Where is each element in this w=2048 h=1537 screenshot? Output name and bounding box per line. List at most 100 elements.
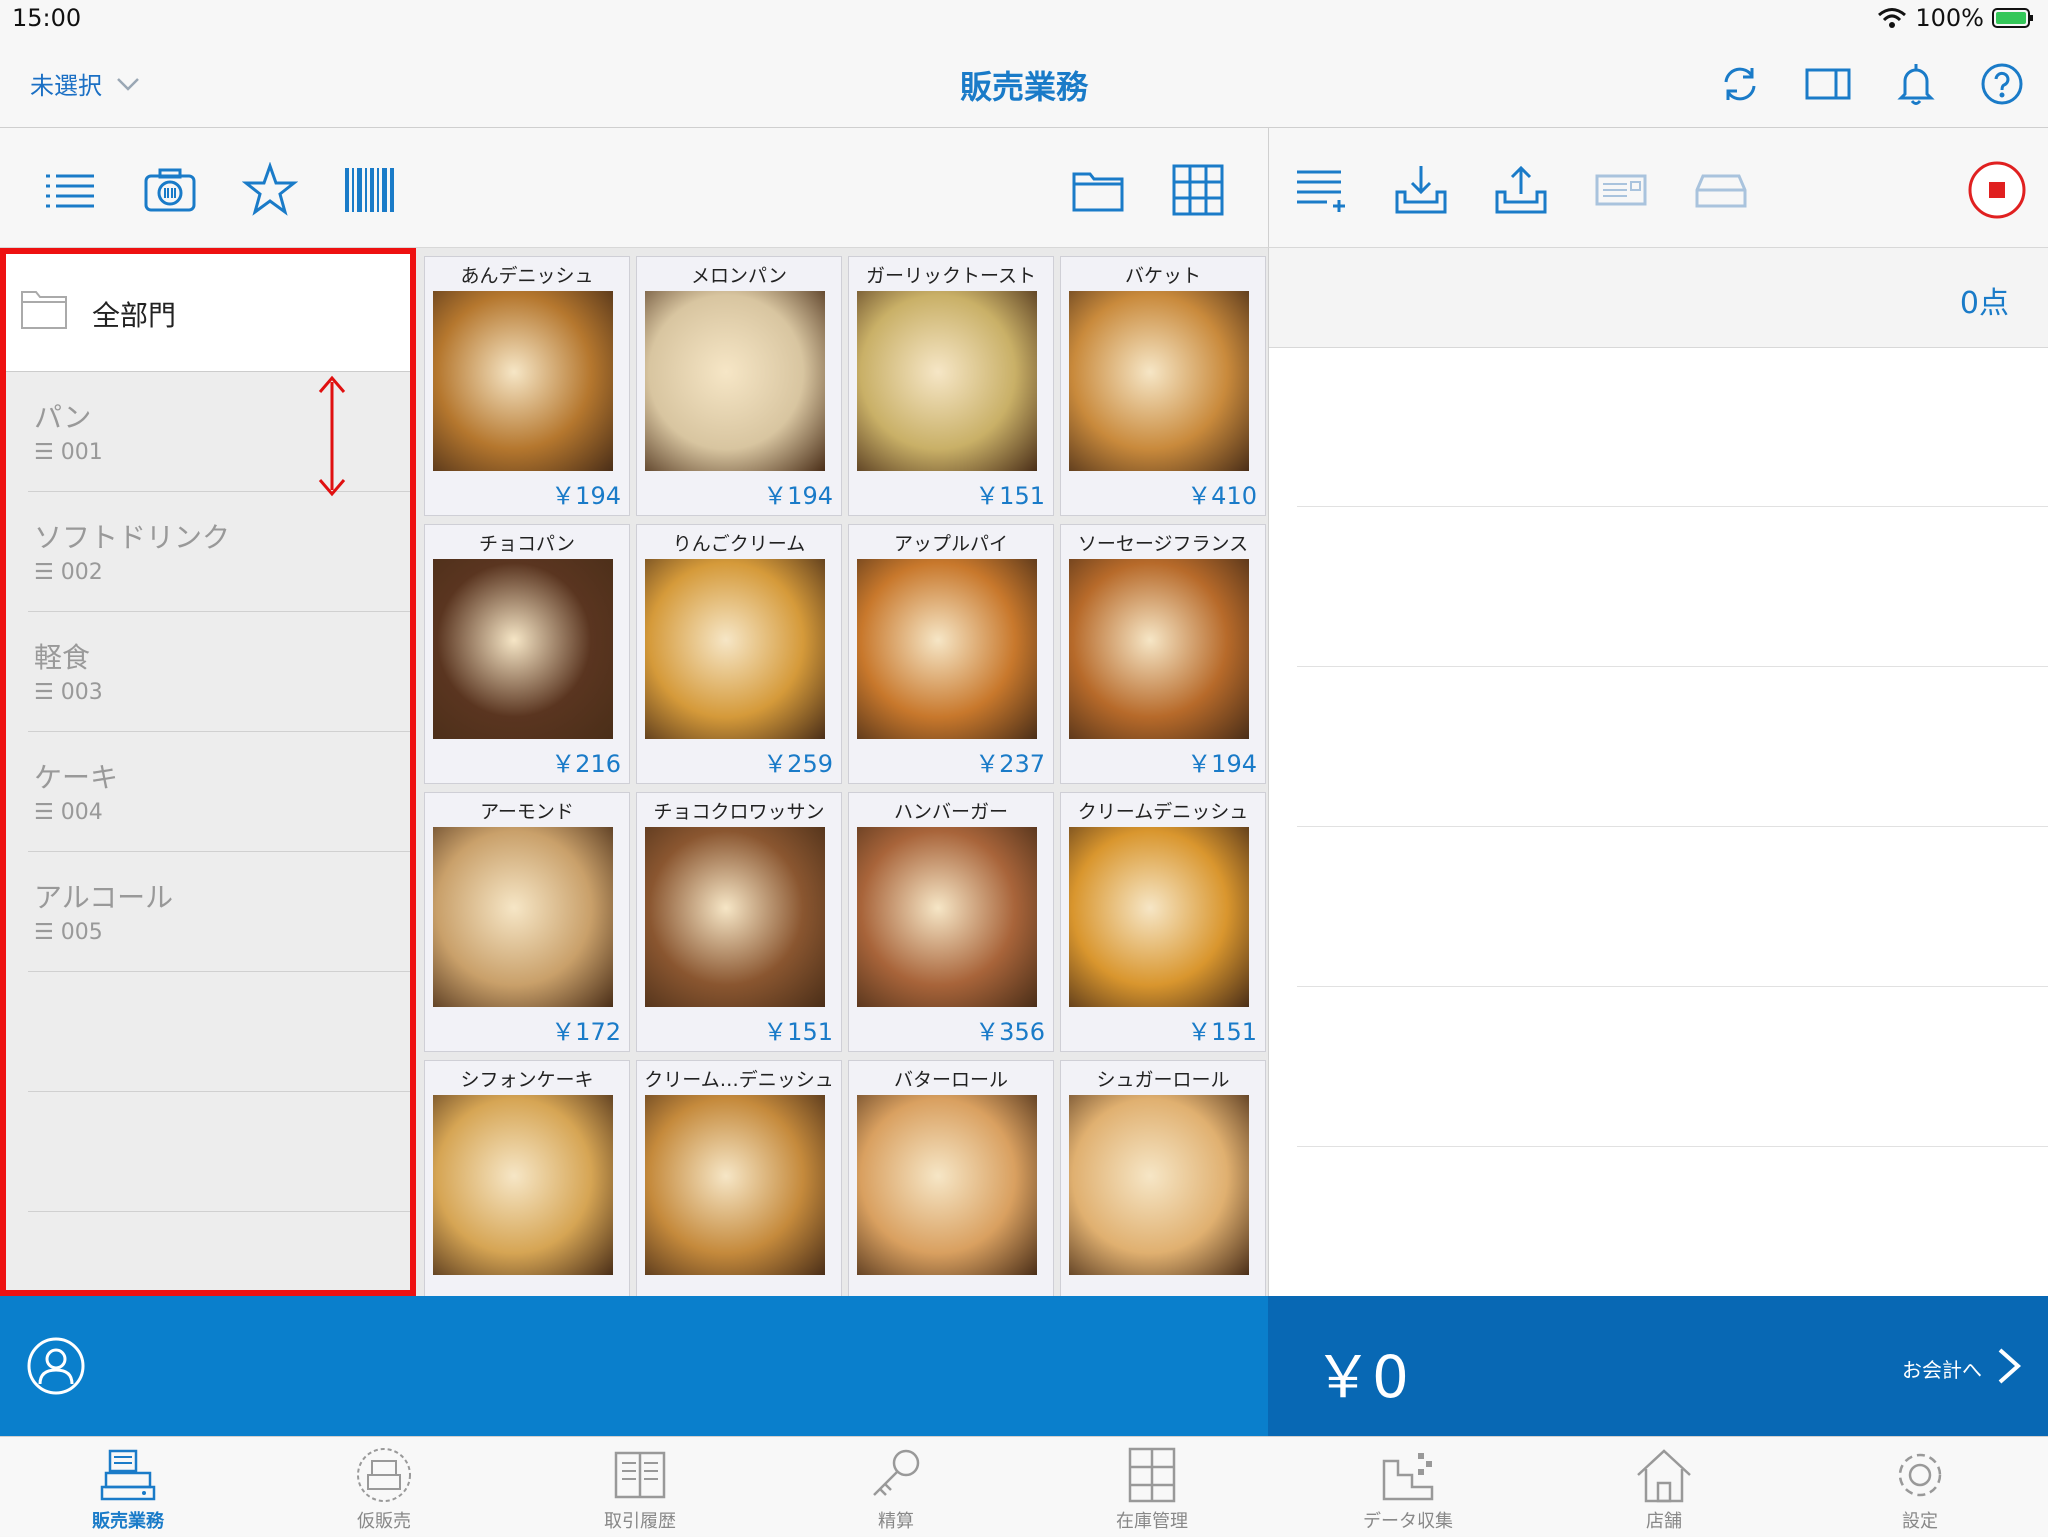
product-card[interactable]: ガーリックトースト ￥151 [848,256,1054,516]
tab-sales[interactable]: 販売業務 [0,1437,256,1537]
tab-label: 取引履歴 [604,1511,676,1532]
product-card[interactable]: メロンパン ￥194 [636,256,842,516]
product-price: ￥216 [551,750,621,778]
department-item-empty [28,1092,410,1212]
product-price: ￥259 [763,750,833,778]
product-card[interactable]: アップルパイ ￥237 [848,524,1054,784]
product-name: チョコクロワッサン [653,801,825,823]
upload-tray-icon[interactable] [1493,162,1549,218]
split-view-icon[interactable] [1804,60,1852,108]
gear-icon [1898,1453,1942,1497]
product-price: ￥194 [763,482,833,510]
drawer-icon[interactable] [1693,162,1749,218]
product-price: ￥356 [975,1018,1045,1046]
resize-arrow-icon [318,375,346,497]
product-grid: あんデニッシュ ￥194 メロンパン ￥194 ガーリックトースト ￥151 バケット ￥41… [416,248,1268,1296]
product-name: メロンパン [691,265,787,287]
department-item-alcohol[interactable]: アルコール ☰ 005 [28,852,410,972]
key-icon [873,1449,920,1496]
product-name: あんデニッシュ [460,265,594,287]
tab-data-collect[interactable]: データ収集 [1280,1437,1536,1537]
product-name: アップルパイ [893,533,1008,555]
department-code: ☰ 005 [34,920,103,945]
product-photo [1069,827,1249,1007]
product-card[interactable]: ソーセージフランス ￥194 [1060,524,1266,784]
history-icon [614,1451,666,1499]
product-card[interactable]: シュガーロール [1060,1060,1266,1296]
star-icon[interactable] [242,162,298,218]
battery-percent: 100% [1915,4,1984,32]
product-card[interactable]: ハンバーガー ￥356 [848,792,1054,1052]
product-photo [645,827,825,1007]
tab-label: 販売業務 [92,1511,164,1532]
product-card[interactable]: あんデニッシュ ￥194 [424,256,630,516]
list-view-icon[interactable] [42,162,98,218]
bell-icon[interactable] [1892,60,1940,108]
add-line-icon[interactable] [1293,162,1349,218]
refresh-icon[interactable] [1716,60,1764,108]
product-price: ￥410 [1187,482,1257,510]
department-item-softdrink[interactable]: ソフトドリンク ☰ 002 [28,492,410,612]
grid-view-icon[interactable] [1170,162,1226,218]
product-card[interactable]: チョコクロワッサン ￥151 [636,792,842,1052]
product-card[interactable]: りんごクリーム ￥259 [636,524,842,784]
product-card[interactable]: アーモンド ￥172 [424,792,630,1052]
temp-sale-icon [357,1448,411,1502]
cart-count-bar: 0点 [1269,248,2048,348]
product-photo [645,1095,825,1275]
department-code: ☰ 002 [34,560,103,585]
status-time: 15:00 [12,4,82,32]
department-item-cake[interactable]: ケーキ ☰ 004 [28,732,410,852]
folder-icon[interactable] [1070,162,1126,218]
department-code: ☰ 003 [34,680,103,705]
tab-store[interactable]: 店舗 [1536,1437,1792,1537]
department-item-snack[interactable]: 軽食 ☰ 003 [28,612,410,732]
product-price: ￥194 [551,482,621,510]
cart-row-divider [1297,826,2048,827]
product-photo [645,291,825,471]
chevron-right-icon [1998,1348,2022,1384]
total-bar[interactable]: ￥0 お会計へ [1268,1296,2048,1436]
stop-icon[interactable] [1967,160,2027,220]
product-price: ￥194 [1187,750,1257,778]
camera-icon[interactable] [142,162,198,218]
product-card[interactable]: シフォンケーキ [424,1060,630,1296]
department-item-bread[interactable]: パン ☰ 001 [28,372,410,492]
wifi-icon [1878,8,1907,28]
download-tray-icon[interactable] [1393,162,1449,218]
department-item-empty [28,972,410,1092]
status-indicators: 100% [1877,4,2034,32]
product-name: シフォンケーキ [460,1069,594,1091]
inventory-icon [1128,1447,1176,1503]
cart-panel: 0点 [1268,248,2048,1296]
receipt-icon[interactable] [1593,162,1649,218]
product-name: アーモンド [480,801,574,823]
store-icon [1637,1449,1691,1503]
tab-history[interactable]: 取引履歴 [512,1437,768,1537]
tab-settings[interactable]: 設定 [1792,1437,2048,1537]
product-card[interactable]: クリームデニッシュ ￥151 [1060,792,1266,1052]
help-icon[interactable] [1978,60,2026,108]
cart-row-divider [1297,666,2048,667]
product-card[interactable]: チョコパン ￥216 [424,524,630,784]
department-all[interactable]: 全部門 [6,254,410,372]
product-card[interactable]: クリーム…デニッシュ [636,1060,842,1296]
product-photo [433,1095,613,1275]
status-bar: 15:00 100% [0,0,2048,40]
product-price: ￥151 [975,482,1045,510]
tab-inventory[interactable]: 在庫管理 [1024,1437,1280,1537]
barcode-icon[interactable] [342,162,398,218]
tab-label: データ収集 [1363,1511,1453,1532]
product-name: りんごクリーム [672,533,806,555]
customer-icon[interactable] [26,1336,86,1396]
product-card[interactable]: バターロール [848,1060,1054,1296]
tab-label: 在庫管理 [1116,1511,1188,1532]
nav-bar: 未選択 販売業務 [0,40,2048,128]
tab-label: 設定 [1902,1511,1938,1532]
product-photo [433,827,613,1007]
product-name: クリーム…デニッシュ [644,1069,834,1091]
tab-temp-sale[interactable]: 仮販売 [256,1437,512,1537]
product-card[interactable]: バケット ￥410 [1060,256,1266,516]
tab-settlement[interactable]: 精算 [768,1437,1024,1537]
department-panel: 全部門 パン ☰ 001 ソフトドリンク ☰ 002 軽食 ☰ 003 ケーキ … [0,248,416,1296]
